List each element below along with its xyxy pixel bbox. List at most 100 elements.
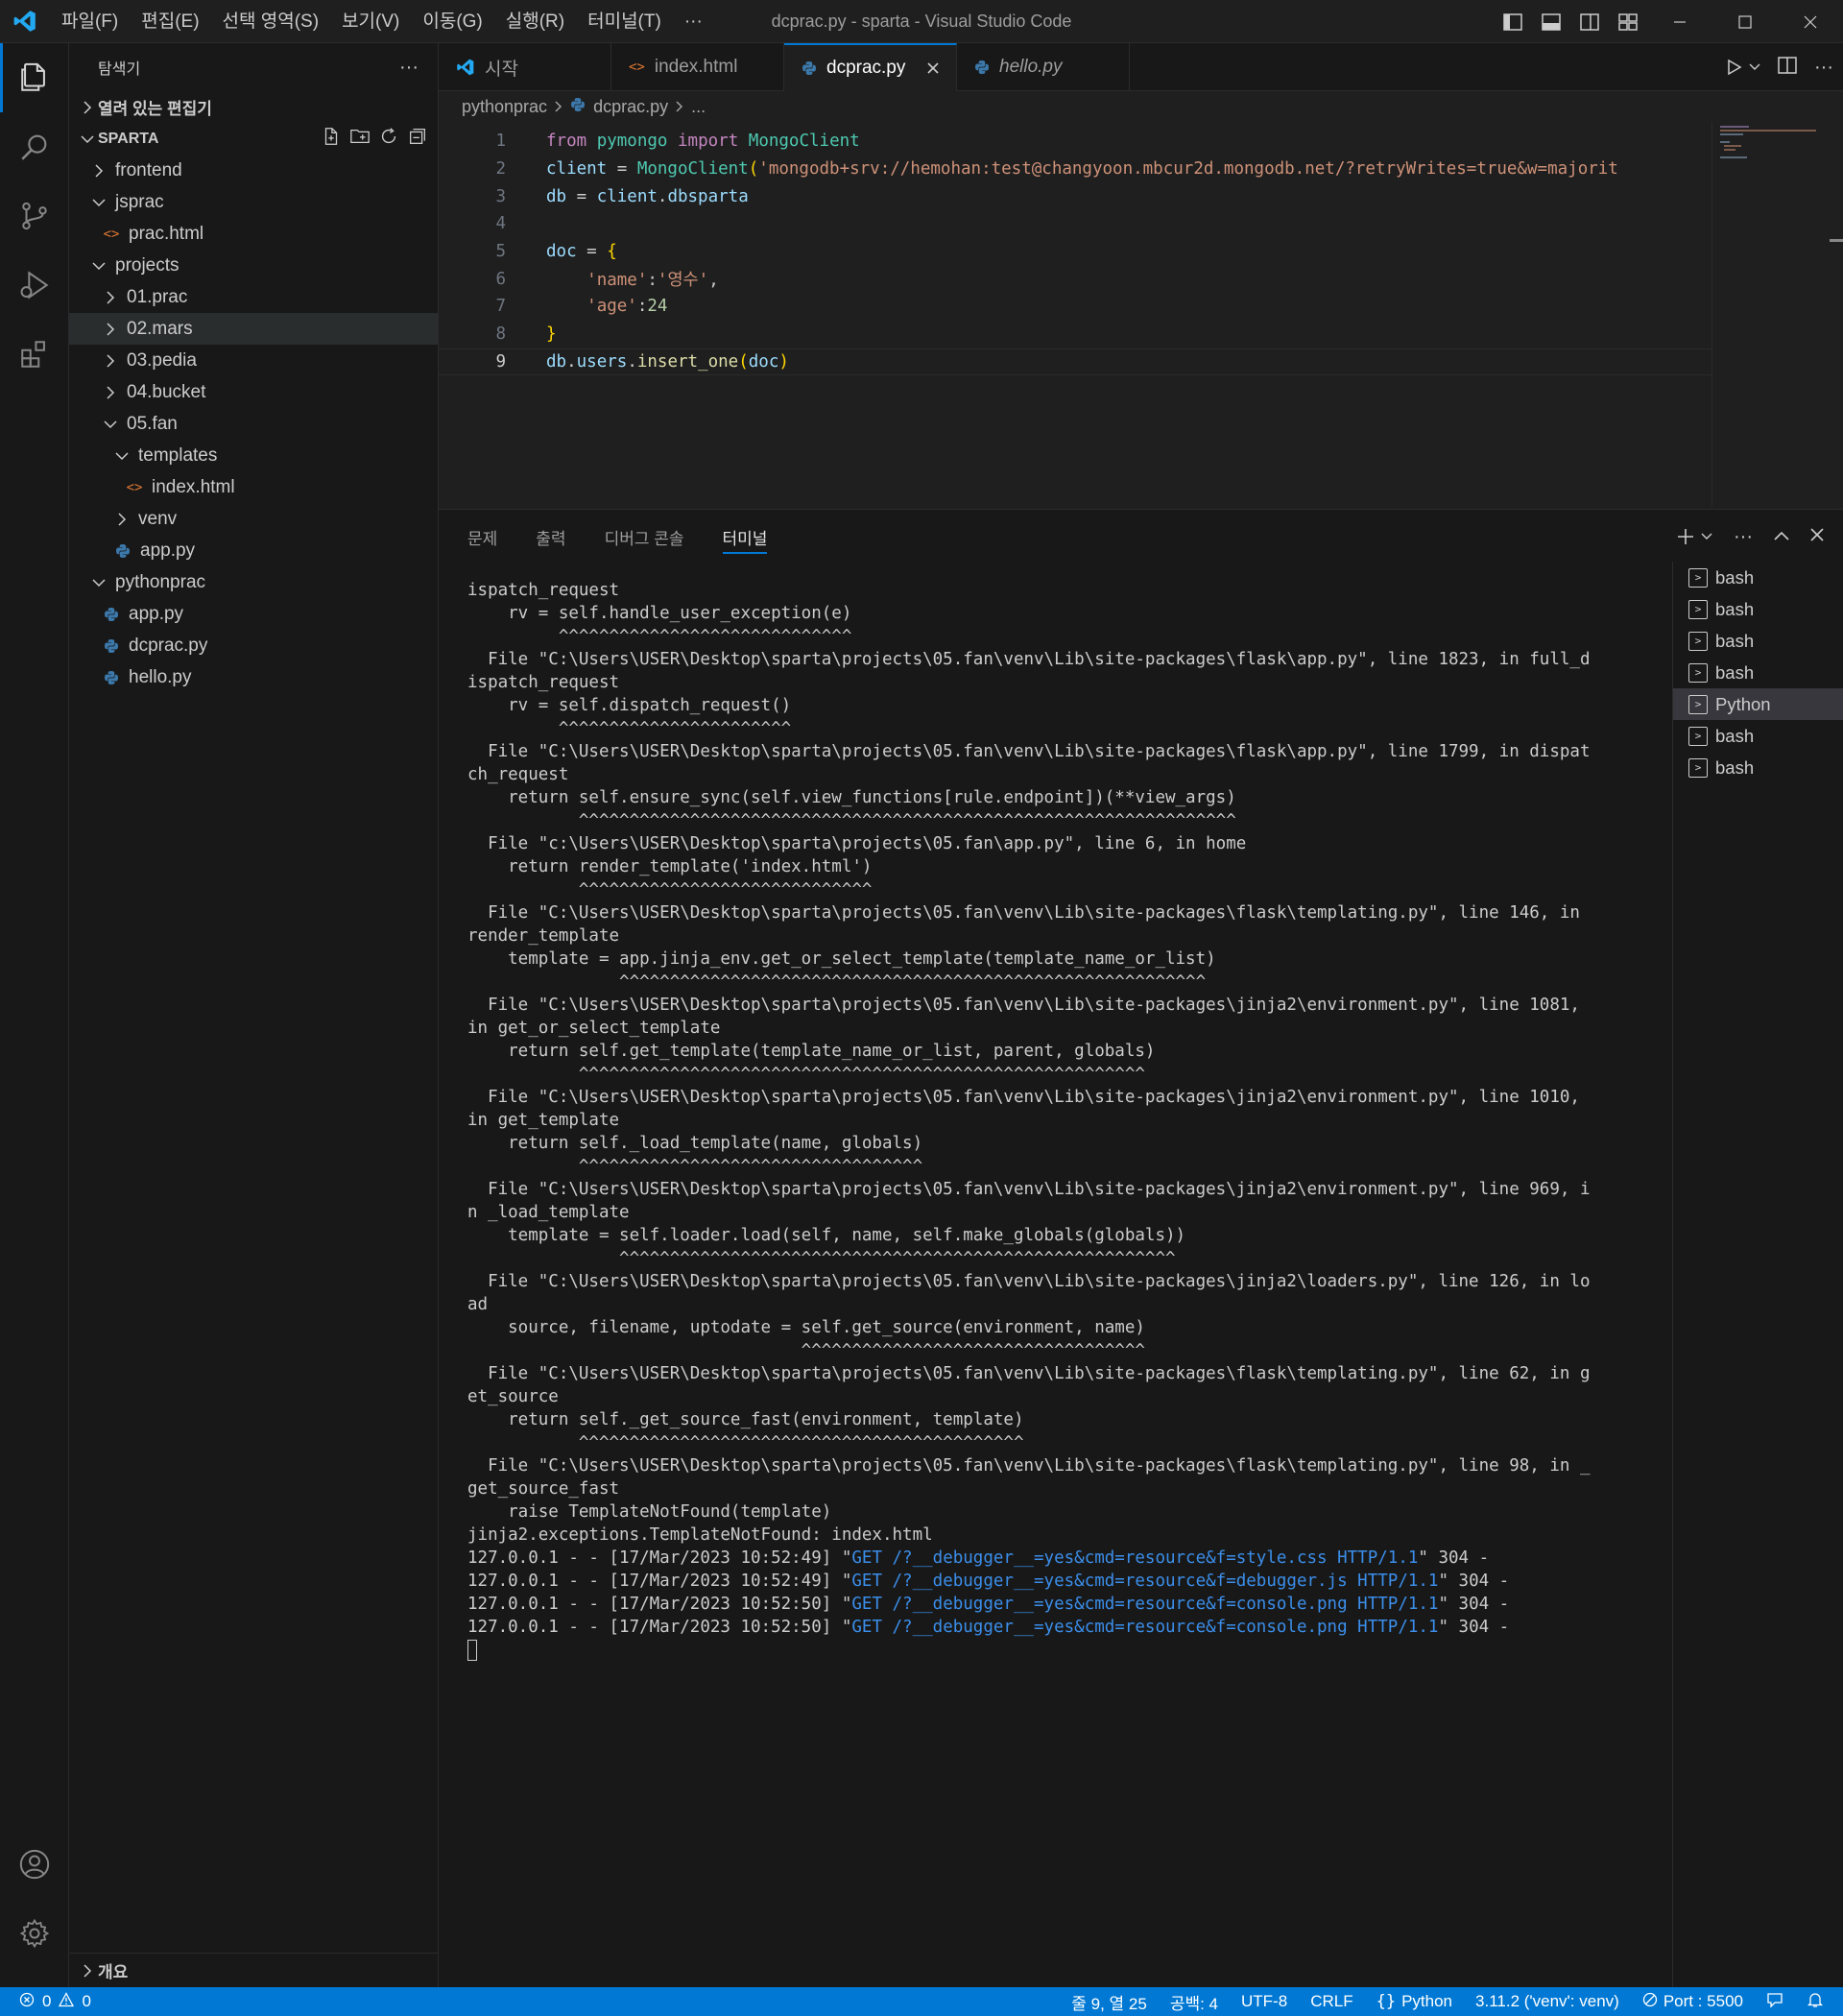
- end-of-line[interactable]: CRLF: [1310, 1992, 1352, 2011]
- python-interpreter[interactable]: 3.11.2 ('venv': venv): [1475, 1992, 1619, 2011]
- editor-tab[interactable]: hello.py: [957, 43, 1130, 91]
- customize-layout-icon[interactable]: [1609, 0, 1647, 43]
- terminal-instance[interactable]: > bash: [1673, 593, 1843, 625]
- terminal-instance[interactable]: > bash: [1673, 752, 1843, 783]
- notifications-bell-icon[interactable]: [1807, 1991, 1824, 2013]
- terminal-line: return self.ensure_sync(self.view_functi…: [467, 788, 1236, 807]
- close-panel-icon[interactable]: [1810, 527, 1824, 546]
- chevron-right-icon: [88, 163, 109, 178]
- tree-folder[interactable]: 05.fan: [69, 408, 438, 440]
- collapse-all-icon[interactable]: [407, 126, 428, 152]
- extensions-icon[interactable]: [0, 320, 69, 389]
- refresh-icon[interactable]: [378, 126, 399, 152]
- menu-item[interactable]: 터미널(T): [576, 0, 673, 43]
- toggle-panel-icon[interactable]: [1532, 0, 1570, 43]
- panel-tab[interactable]: 디버그 콘솔: [605, 510, 684, 564]
- indentation[interactable]: 공백: 4: [1170, 1990, 1218, 2014]
- panel-tab[interactable]: 터미널: [722, 510, 767, 564]
- terminal-instance[interactable]: > bash: [1673, 720, 1843, 752]
- toggle-secondary-sidebar-icon[interactable]: [1570, 0, 1609, 43]
- minimap[interactable]: [1711, 122, 1827, 506]
- error-icon: [19, 1992, 35, 2012]
- request-link[interactable]: GET /?__debugger__=yes&cmd=resource&f=co…: [851, 1618, 1438, 1637]
- maximize-button[interactable]: [1712, 0, 1778, 43]
- tree-folder[interactable]: 03.pedia: [69, 345, 438, 376]
- explorer-icon[interactable]: [0, 43, 69, 112]
- breadcrumb-file[interactable]: dcprac.py: [593, 97, 668, 117]
- workspace-root[interactable]: SPARTA: [69, 123, 438, 155]
- breadcrumb-folder[interactable]: pythonprac: [462, 97, 547, 117]
- menu-item[interactable]: 편집(E): [130, 0, 210, 43]
- toggle-sidebar-icon[interactable]: [1494, 0, 1532, 43]
- menu-item[interactable]: 파일(F): [50, 0, 130, 43]
- tree-file[interactable]: app.py: [69, 598, 438, 630]
- close-window-button[interactable]: [1778, 0, 1843, 43]
- panel-tab[interactable]: 출력: [536, 510, 565, 564]
- tree-folder[interactable]: jsprac: [69, 186, 438, 218]
- terminal-instance[interactable]: > Python: [1673, 688, 1843, 720]
- code-editor[interactable]: 1 from pymongo import MongoClient 2 client…: [439, 128, 1711, 376]
- tree-file[interactable]: dcprac.py: [69, 630, 438, 661]
- tree-folder[interactable]: venv: [69, 503, 438, 535]
- explorer-more-actions-icon[interactable]: ···: [399, 57, 419, 79]
- tree-file[interactable]: hello.py: [69, 661, 438, 693]
- terminal-log-line: 127.0.0.1 - - [17/Mar/2023 10:52:49] "GE…: [467, 1548, 1490, 1568]
- new-folder-icon[interactable]: [349, 126, 371, 152]
- maximize-panel-icon[interactable]: [1774, 528, 1789, 545]
- feedback-icon[interactable]: [1766, 1991, 1783, 2013]
- tree-folder[interactable]: pythonprac: [69, 566, 438, 598]
- tree-folder[interactable]: templates: [69, 440, 438, 471]
- minimize-button[interactable]: [1647, 0, 1712, 43]
- chevron-right-icon: [111, 512, 132, 526]
- menu-item[interactable]: 선택 영역(S): [211, 0, 331, 43]
- tree-folder[interactable]: 01.prac: [69, 281, 438, 313]
- outline-section[interactable]: 개요: [69, 1953, 439, 1987]
- menu-item[interactable]: 실행(R): [494, 0, 576, 43]
- breadcrumb-symbol[interactable]: ...: [691, 97, 706, 117]
- tree-item-label: app.py: [140, 540, 196, 561]
- menu-item[interactable]: 보기(V): [330, 0, 411, 43]
- account-icon[interactable]: [0, 1830, 69, 1899]
- breadcrumb: pythonprac dcprac.py ...: [439, 91, 1843, 122]
- terminal-instance[interactable]: > bash: [1673, 625, 1843, 657]
- tree-folder[interactable]: frontend: [69, 155, 438, 186]
- braces-icon: {}: [1376, 1992, 1397, 2011]
- code-line: 2 client = MongoClient('mongodb+srv://hem…: [439, 156, 1711, 183]
- menu-item[interactable]: 이동(G): [411, 0, 493, 43]
- tree-file[interactable]: <> prac.html: [69, 218, 438, 250]
- menu-item[interactable]: ···: [673, 0, 714, 43]
- search-icon[interactable]: [0, 112, 69, 181]
- tree-folder[interactable]: 04.bucket: [69, 376, 438, 408]
- editor-tab[interactable]: dcprac.py: [784, 43, 957, 91]
- terminal-instance[interactable]: > bash: [1673, 562, 1843, 593]
- terminal-output[interactable]: ispatch_request rv = self.handle_user_ex…: [467, 579, 1663, 1662]
- terminal-instance[interactable]: > bash: [1673, 657, 1843, 688]
- request-link[interactable]: GET /?__debugger__=yes&cmd=resource&f=de…: [851, 1572, 1438, 1591]
- close-tab-icon[interactable]: [927, 59, 939, 79]
- panel-more-actions-icon[interactable]: ···: [1734, 526, 1753, 548]
- tree-file[interactable]: app.py: [69, 535, 438, 566]
- live-server-port[interactable]: Port : 5500: [1642, 1992, 1743, 2012]
- run-debug-icon[interactable]: [0, 251, 69, 320]
- panel-tab[interactable]: 문제: [467, 510, 497, 564]
- tree-folder[interactable]: projects: [69, 250, 438, 281]
- editor-tab[interactable]: <> index.html: [611, 43, 784, 91]
- editor-scrollbar[interactable]: [1830, 122, 1843, 506]
- gear-icon[interactable]: [0, 1899, 69, 1968]
- encoding[interactable]: UTF-8: [1241, 1992, 1287, 2011]
- source-control-icon[interactable]: [0, 181, 69, 251]
- cursor-position[interactable]: 줄 9, 열 25: [1071, 1990, 1147, 2014]
- run-python-file-icon[interactable]: [1726, 59, 1760, 76]
- tree-file[interactable]: <> index.html: [69, 471, 438, 503]
- editor-tab[interactable]: 시작: [439, 43, 611, 91]
- language-mode[interactable]: {} Python: [1376, 1992, 1452, 2011]
- editor-more-actions-icon[interactable]: ···: [1814, 57, 1833, 79]
- open-editors-section[interactable]: 열려 있는 편집기: [69, 91, 438, 123]
- request-link[interactable]: GET /?__debugger__=yes&cmd=resource&f=co…: [851, 1595, 1438, 1614]
- new-terminal-icon[interactable]: [1676, 527, 1712, 546]
- tree-folder[interactable]: 02.mars: [69, 313, 438, 345]
- new-file-icon[interactable]: [321, 126, 342, 152]
- problems-status[interactable]: 0 0: [0, 1991, 91, 2012]
- split-editor-icon[interactable]: [1778, 56, 1797, 80]
- request-link[interactable]: GET /?__debugger__=yes&cmd=resource&f=st…: [851, 1548, 1418, 1568]
